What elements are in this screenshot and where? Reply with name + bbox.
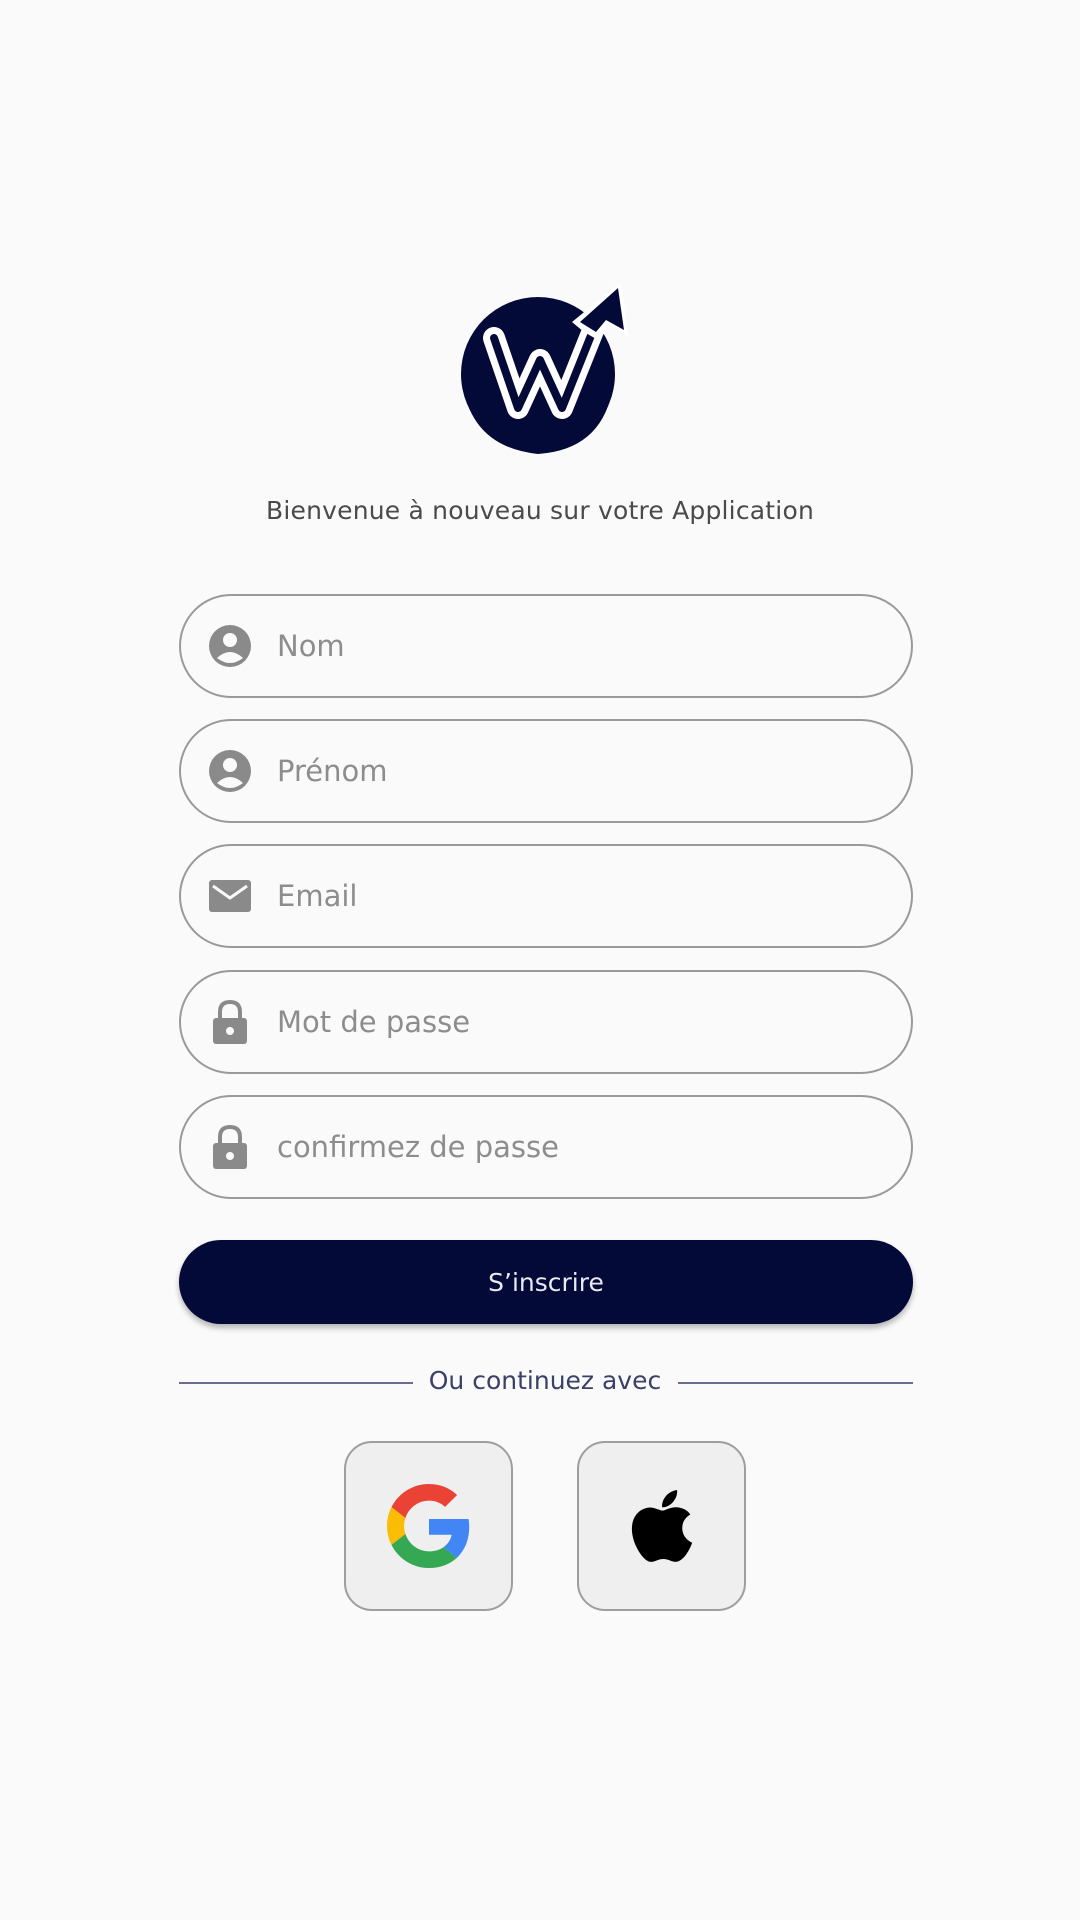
google-signin-button[interactable] xyxy=(344,1441,513,1611)
signup-button[interactable]: S’inscrire xyxy=(179,1240,913,1324)
person-icon xyxy=(207,623,253,669)
signup-screen: Bienvenue à nouveau sur votre Applicatio… xyxy=(0,0,1080,1920)
apple-icon xyxy=(631,1490,692,1562)
first-name-input[interactable] xyxy=(277,741,877,801)
welcome-text: Bienvenue à nouveau sur votre Applicatio… xyxy=(266,496,814,525)
lock-icon xyxy=(207,1124,253,1170)
divider-line-left xyxy=(179,1382,413,1384)
divider-text: Ou continuez avec xyxy=(428,1366,662,1395)
google-icon xyxy=(386,1484,469,1568)
apple-signin-button[interactable] xyxy=(577,1441,746,1611)
password-field[interactable] xyxy=(179,970,913,1074)
confirm-password-input[interactable] xyxy=(277,1117,877,1177)
person-icon xyxy=(207,748,253,794)
envelope-icon xyxy=(207,873,253,919)
password-input[interactable] xyxy=(277,992,877,1052)
last-name-field[interactable] xyxy=(179,594,913,698)
divider-line-right xyxy=(678,1382,913,1384)
confirm-password-field[interactable] xyxy=(179,1095,913,1199)
email-field[interactable] xyxy=(179,844,913,948)
app-logo-icon xyxy=(461,282,628,455)
last-name-input[interactable] xyxy=(277,616,877,676)
email-input[interactable] xyxy=(277,866,877,926)
first-name-field[interactable] xyxy=(179,719,913,823)
lock-icon xyxy=(207,999,253,1045)
